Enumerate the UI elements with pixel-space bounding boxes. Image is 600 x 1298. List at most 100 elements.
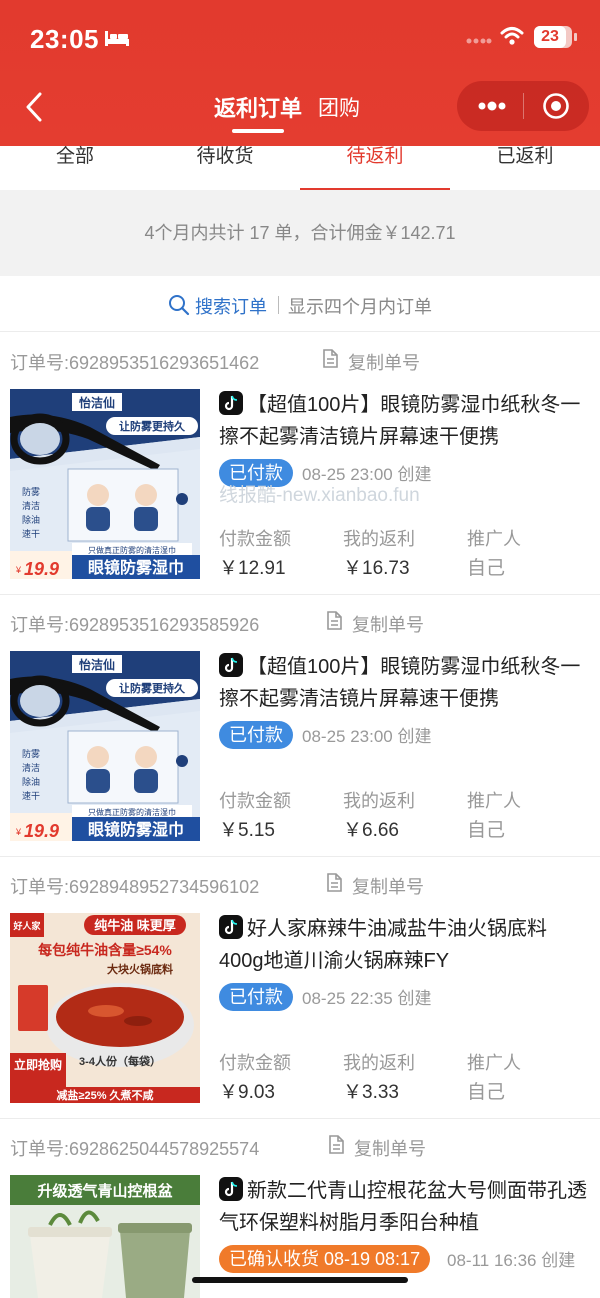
product-image[interactable]: 升级透气青山控根盆	[10, 1175, 200, 1298]
thumb-feature: 除油	[22, 776, 40, 787]
paid-amount-value: ￥5.15	[219, 820, 275, 841]
capsule-divider	[523, 93, 524, 119]
promoter-label: 推广人	[467, 529, 521, 549]
thumb-sub: 大块火锅底料	[107, 962, 173, 976]
product-image[interactable]: 好人家 纯牛油 味更厚 每包纯牛油含量≥54% 大块火锅底料 3-4人份（每袋）…	[10, 913, 200, 1103]
thumb-footer: 眼镜防雾湿巾	[88, 558, 184, 577]
copy-icon	[323, 349, 338, 368]
battery-indicator: 23	[534, 26, 572, 48]
thumb-feature: 清洁	[22, 500, 40, 511]
nav-title[interactable]: 返利订单	[214, 91, 302, 123]
copy-icon	[327, 873, 342, 892]
watermark-text: 线报酷-new.xianbao.fun	[219, 485, 420, 506]
more-options-icon[interactable]	[475, 96, 509, 116]
thumb-price: 19.9	[24, 821, 59, 841]
product-title-row[interactable]: 【超值100片】眼镜防雾湿巾纸秋冬一擦不起雾清洁镜片屏幕速干便携	[219, 651, 589, 715]
search-icon[interactable]	[168, 294, 190, 316]
douyin-icon	[219, 1177, 243, 1201]
product-title: 新款二代青山控根花盆大号侧面带孔透气环保塑料树脂月季阳台种植	[219, 1180, 587, 1234]
wifi-icon	[500, 27, 524, 45]
paid-amount-value: ￥12.91	[219, 558, 286, 579]
thumb-feature: 防雾	[22, 748, 40, 759]
order-card[interactable]: 订单号:6928953516293585926 复制单号 怡洁仙 让防雾更持久	[0, 595, 600, 857]
douyin-icon	[219, 915, 243, 939]
status-time: 23:05	[30, 24, 99, 54]
rebate-label: 我的返利	[343, 529, 415, 549]
thumb-headline: 让防雾更持久	[119, 681, 186, 695]
thumb-feature: 防雾	[22, 486, 40, 497]
svg-text:¥: ¥	[15, 827, 22, 837]
rebate-value: ￥6.66	[343, 820, 399, 841]
copy-icon	[329, 1135, 344, 1154]
thumb-feature: 除油	[22, 514, 40, 525]
product-title-row[interactable]: 【超值100片】眼镜防雾湿巾纸秋冬一擦不起雾清洁镜片屏幕速干便携	[219, 389, 589, 453]
back-arrow-icon[interactable]	[22, 90, 46, 124]
close-miniprogram-icon[interactable]	[542, 92, 570, 120]
order-card[interactable]: 订单号:6928953516293651462 复制单号 怡洁仙 让防雾更持久	[0, 333, 600, 595]
product-image[interactable]: 怡洁仙 让防雾更持久 防雾 清洁 除油 速干 只做真正防雾的清洁湿巾 ¥ 19.…	[10, 389, 200, 579]
thumb-tagline: 只做真正防雾的清洁湿巾	[88, 807, 176, 817]
promoter-label: 推广人	[467, 791, 521, 811]
paid-amount-value: ￥9.03	[219, 1082, 275, 1103]
thumb-brand: 怡洁仙	[79, 395, 115, 410]
order-number: 订单号:6928625044578925574	[10, 1139, 260, 1159]
promoter-value: 自己	[467, 820, 506, 841]
product-image[interactable]: 怡洁仙 让防雾更持久 防雾 清洁 除油 速干 只做真正防雾的清洁湿巾 ¥ 19.…	[10, 651, 200, 841]
product-title: 好人家麻辣牛油减盐牛油火锅底料400g地道川渝火锅麻辣FY	[219, 918, 547, 972]
svg-text:¥: ¥	[15, 565, 22, 575]
tab-pending-receipt[interactable]: 待收货	[150, 146, 300, 186]
thumb-headline: 每包纯牛油含量≥54%	[38, 942, 172, 958]
status-badge: 已付款	[219, 983, 293, 1011]
tab-rebated[interactable]: 已返利	[450, 146, 600, 186]
copy-order-label: 复制单号	[354, 1139, 426, 1159]
copy-order-label: 复制单号	[352, 877, 424, 897]
rebate-value: ￥3.33	[343, 1082, 399, 1103]
promoter-value: 自己	[467, 1082, 506, 1103]
home-indicator[interactable]	[192, 1277, 408, 1283]
paid-amount-label: 付款金额	[219, 791, 291, 811]
thumb-footer: 减盐≥25% 久煮不咸	[56, 1088, 153, 1102]
order-created-time: 08-25 22:35 创建	[302, 989, 432, 1008]
status-badge: 已确认收货 08-19 08:17	[219, 1245, 431, 1273]
rebate-value: ￥16.73	[343, 558, 410, 579]
copy-order-label: 复制单号	[352, 615, 424, 635]
battery-tip	[574, 33, 577, 41]
rebate-label: 我的返利	[343, 1053, 415, 1073]
hotpot-base-thumbnail: 好人家 纯牛油 味更厚 每包纯牛油含量≥54% 大块火锅底料 3-4人份（每袋）…	[10, 913, 200, 1103]
flower-pot-thumbnail: 升级透气青山控根盆	[10, 1175, 200, 1298]
order-number: 订单号:6928953516293585926	[10, 615, 260, 635]
rebate-label: 我的返利	[343, 791, 415, 811]
douyin-icon	[219, 653, 243, 677]
page: 23:05 23 返利订单 团购 全部 待收货 待返利 已返利 4个月内共计 1…	[0, 0, 600, 1298]
cellular-signal-icon	[466, 38, 492, 44]
thumb-headline: 让防雾更持久	[119, 419, 186, 433]
tab-all[interactable]: 全部	[0, 146, 150, 186]
order-created-time: 08-11 16:36 创建	[447, 1251, 576, 1270]
nav-title-groupbuy[interactable]: 团购	[318, 92, 360, 122]
product-title-row[interactable]: 新款二代青山控根花盆大号侧面带孔透气环保塑料树脂月季阳台种植	[219, 1175, 589, 1239]
thumb-tagline: 只做真正防雾的清洁湿巾	[88, 545, 176, 555]
order-card[interactable]: 订单号:6928625044578925574 复制单号 升级透气青山控根盆 新…	[0, 1119, 600, 1298]
search-row: 搜索订单 显示四个月内订单	[0, 276, 600, 332]
status-bar: 23:05 23	[0, 0, 600, 76]
thumb-feature: 速干	[22, 791, 40, 801]
order-number: 订单号:6928953516293651462	[10, 353, 260, 373]
thumb-feature: 清洁	[22, 762, 40, 773]
thumb-feature: 速干	[22, 529, 40, 539]
thumb-brand: 怡洁仙	[79, 657, 115, 672]
order-number: 订单号:6928948952734596102	[10, 877, 260, 897]
search-hint: 显示四个月内订单	[288, 297, 432, 317]
search-divider	[278, 296, 279, 314]
thumb-price: 19.9	[24, 559, 59, 579]
thumb-serving: 3-4人份（每袋）	[79, 1054, 161, 1068]
product-title: 【超值100片】眼镜防雾湿巾纸秋冬一擦不起雾清洁镜片屏幕速干便携	[219, 394, 581, 448]
product-title-row[interactable]: 好人家麻辣牛油减盐牛油火锅底料400g地道川渝火锅麻辣FY	[219, 913, 589, 977]
paid-amount-label: 付款金额	[219, 529, 291, 549]
thumb-brand: 好人家	[12, 920, 41, 931]
tab-pending-rebate[interactable]: 待返利	[300, 146, 450, 186]
order-card[interactable]: 订单号:6928948952734596102 复制单号 好人家 纯牛油 味更厚…	[0, 857, 600, 1119]
paid-amount-label: 付款金额	[219, 1053, 291, 1073]
antifog-wipes-thumbnail: 怡洁仙 让防雾更持久 防雾 清洁 除油 速干 只做真正防雾的清洁湿巾 ¥ 19.…	[10, 389, 200, 579]
search-orders-button[interactable]: 搜索订单	[195, 293, 267, 319]
thumb-top-tag: 纯牛油 味更厚	[94, 918, 176, 933]
